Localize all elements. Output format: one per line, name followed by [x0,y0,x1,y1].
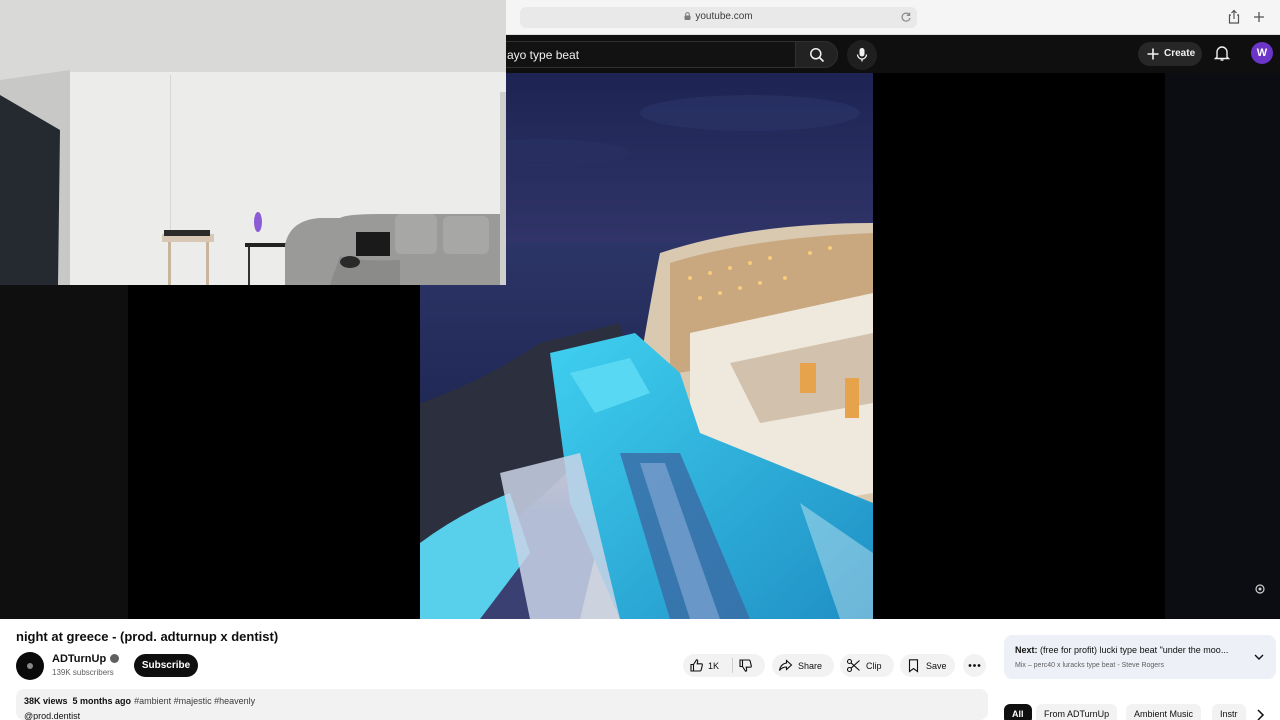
chip-all[interactable]: All [1004,704,1032,720]
dislike-icon [739,659,752,672]
account-avatar[interactable]: W [1251,42,1273,64]
subscriber-count: 139K subscribers [52,668,114,677]
bookmark-icon [908,659,919,673]
player-side-area [1165,73,1280,619]
more-actions-button[interactable] [963,654,986,677]
address-bar[interactable]: youtube.com [520,7,917,28]
channel-name: ADTurnUp [52,653,107,665]
chevron-right-icon[interactable] [1252,707,1268,720]
webcam-overlay [0,0,506,285]
like-dislike-group: 1K [683,654,765,677]
clip-button[interactable]: Clip [840,654,894,677]
share-arrow-icon [778,659,793,671]
subscribe-button[interactable]: Subscribe [134,654,198,677]
address-text: youtube.com [695,11,753,22]
address-text-wrap: youtube.com [520,11,917,22]
chip-ambient-music[interactable]: Ambient Music [1126,704,1202,720]
up-next-card[interactable]: Next: (free for profit) lucki type beat … [1004,635,1276,679]
reload-icon[interactable] [899,10,913,24]
up-next-title-line: Next: (free for profit) lucki type beat … [1015,645,1247,655]
chip-from-channel[interactable]: From ADTurnUp [1036,704,1118,720]
like-button[interactable]: 1K [683,654,732,677]
verified-icon [110,654,120,663]
description-meta: 38K views 5 months ago #ambient #majestic… [24,696,255,706]
lock-icon [684,12,691,20]
description-box[interactable]: 38K views 5 months ago #ambient #majestic… [16,689,988,720]
new-tab-icon[interactable] [1250,8,1268,26]
create-label: Create [1164,48,1196,59]
save-button[interactable]: Save [900,654,955,677]
bell-icon[interactable] [1213,44,1231,62]
search-icon [810,48,825,63]
voice-search-button[interactable] [847,40,877,70]
share-button[interactable]: Share [772,654,834,677]
description-handle[interactable]: @prod.dentist [24,711,80,720]
chip-instrumental[interactable]: Instr [1212,704,1246,720]
like-icon [690,659,703,672]
search-input[interactable]: ayo type beat [490,41,796,68]
scissors-icon [846,658,860,673]
up-next-title: (free for profit) lucki type beat "under… [1040,645,1229,655]
chevron-down-icon[interactable] [1252,650,1266,664]
save-label: Save [926,661,947,671]
mic-icon [856,48,868,62]
search-button[interactable] [795,41,838,68]
create-button[interactable]: Create [1138,42,1202,66]
search-query: ayo type beat [507,48,580,62]
watch-metadata: night at greece - (prod. adturnup x dent… [0,619,1280,720]
screen: youtube.com ayo type beat Create W night… [0,0,1280,720]
upload-age: 5 months ago [72,696,132,706]
share-icon[interactable] [1225,8,1243,26]
video-title: night at greece - (prod. adturnup x dent… [16,629,279,644]
channel-avatar[interactable] [16,652,44,680]
player-settings-icon[interactable] [1254,583,1266,595]
dislike-button[interactable] [733,654,765,677]
up-next-prefix: Next: [1015,645,1038,655]
channel-name-wrap[interactable]: ADTurnUp [52,653,120,665]
clip-label: Clip [866,661,882,671]
more-icon [968,664,981,667]
share-label: Share [798,661,823,671]
like-count: 1K [708,661,720,671]
up-next-subtitle: Mix – perc40 x luracks type beat - Steve… [1015,662,1165,669]
plus-icon [1147,48,1159,60]
view-count: 38K views [24,696,68,706]
hashtags[interactable]: #ambient #majestic #heavenly [134,696,255,706]
